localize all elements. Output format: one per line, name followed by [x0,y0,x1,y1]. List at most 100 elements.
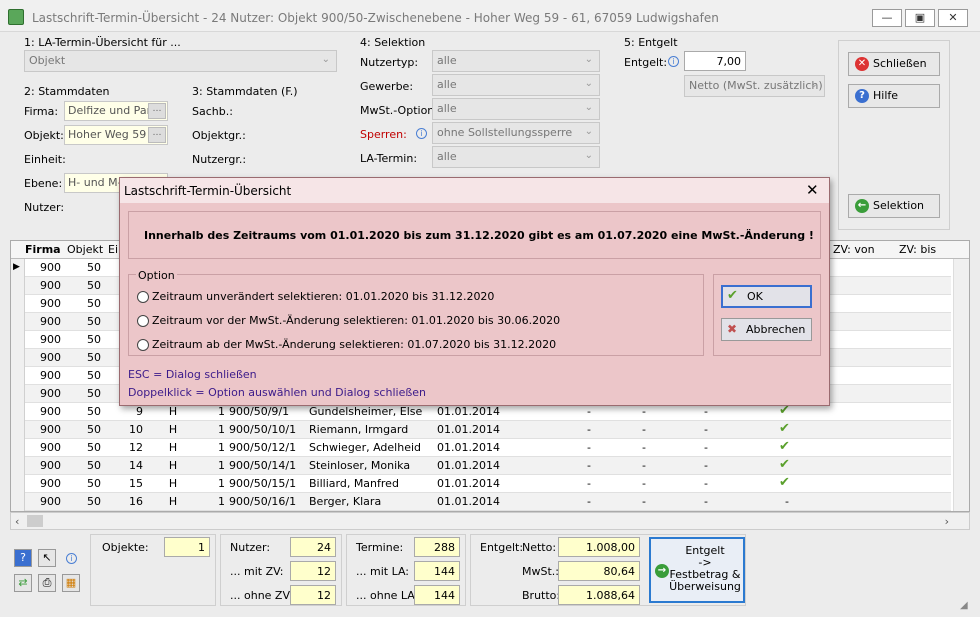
row-indicator[interactable] [11,349,25,367]
cell-objekt: 50 [87,369,101,382]
check-icon: ✔ [779,421,790,436]
radio-icon[interactable] [137,291,149,303]
schliessen-label: Schließen [873,57,927,70]
dialog-close-icon[interactable]: ✕ [806,181,819,199]
vertical-scrollbar[interactable] [953,259,969,511]
cell-name: Gundelsheimer, Else [309,405,423,418]
cell-firma: 900 [40,351,61,364]
col-zv-bis[interactable]: ZV: bis [899,243,936,256]
cell-c: - [704,423,708,436]
browse-icon[interactable]: … [148,103,166,119]
cell-nutzernr: 900/50/12/1 [229,441,297,454]
netto-combo-value: Netto (MwSt. zusätzlich) [689,79,823,92]
cell-firma: 900 [40,441,61,454]
col-firma[interactable]: Firma [25,243,61,256]
col-einheit[interactable]: Ei [108,243,118,256]
check-icon: ✔ [727,288,738,303]
radio-icon[interactable] [137,339,149,351]
row-indicator[interactable] [11,385,25,403]
table-row[interactable]: 900 50 14 H 1 900/50/14/1 Steinloser, Monika 01… [11,457,951,475]
selektion-button[interactable]: ← Selektion [848,194,940,218]
chevron-down-icon: ⌄ [809,79,818,90]
abbrechen-button[interactable]: ✖ Abbrechen [721,318,812,341]
grid-icon[interactable]: ▦ [62,574,80,592]
minimize-button[interactable]: — [872,9,902,27]
hilfe-button[interactable]: ? Hilfe [848,84,940,108]
table-row[interactable]: 900 50 10 H 1 900/50/10/1 Riemann, Irmgard 01.0… [11,421,951,439]
cursor-icon[interactable]: ↖ [38,549,56,567]
brutto-label: Brutto: [522,589,561,602]
firma-field[interactable]: Delfize und Partr… [64,101,168,121]
info-icon[interactable]: i [66,553,77,564]
section4-label: 4: Selektion [360,36,426,49]
nutzer-value: 24 [290,537,336,557]
option-3[interactable]: Zeitraum ab der MwSt.-Änderung selektier… [137,338,707,354]
netto-label: Netto: [522,541,557,554]
cell-datum: 01.01.2014 [437,405,500,418]
objekt-field[interactable]: Hoher Weg 59 -… [64,125,168,145]
radio-icon[interactable] [137,315,149,327]
close-window-button[interactable]: ✕ [938,9,968,27]
netto-combo[interactable]: Netto (MwSt. zusätzlich) ⌄ [684,75,825,97]
ok-button[interactable]: ✔ OK [721,285,812,308]
row-indicator[interactable]: ▶ [11,259,25,277]
latermin-combo[interactable]: alle ⌄ [432,146,600,168]
row-indicator[interactable] [11,313,25,331]
entgelt-input[interactable]: 7,00 [684,51,746,71]
entgelt-sum-label: Entgelt: [480,541,524,554]
row-indicator[interactable] [11,331,25,349]
gewerbe-combo[interactable]: alle ⌄ [432,74,600,96]
cell-nutzernr: 900/50/16/1 [229,495,297,508]
table-row[interactable]: 900 50 15 H 1 900/50/15/1 Billiard, Manfred 01.… [11,475,951,493]
row-indicator[interactable] [11,475,25,493]
cell-objekt: 50 [87,423,101,436]
scroll-right-icon[interactable]: › [945,515,949,528]
help-icon[interactable]: ? [14,549,32,567]
cell-a: - [587,405,591,418]
sperren-combo[interactable]: ohne Sollstellungssperre ⌄ [432,122,600,144]
info-icon[interactable]: i [668,56,679,67]
row-indicator[interactable] [11,295,25,313]
cell-objekt: 50 [87,477,101,490]
festbetrag-line4: Überweisung [669,580,741,593]
overview-combo[interactable]: Objekt ⌄ [24,50,337,72]
maximize-button[interactable]: ▣ [905,9,935,27]
cell-einheit: 9 [136,405,143,418]
print-icon[interactable]: ⎙ [38,574,56,592]
row-indicator[interactable] [11,277,25,295]
row-indicator[interactable] [11,457,25,475]
option-1[interactable]: Zeitraum unverändert selektieren: 01.01.… [137,290,707,306]
termine-label: Termine: [356,541,404,554]
nutzertyp-combo[interactable]: alle ⌄ [432,50,600,72]
info-icon[interactable]: i [416,128,427,139]
termine-value: 288 [414,537,460,557]
horizontal-scrollbar[interactable]: ‹ › [10,512,970,530]
festbetrag-button[interactable]: → Entgelt -> Festbetrag & Überweisung [649,537,745,603]
scroll-left-icon[interactable]: ‹ [15,515,19,528]
resize-grip-icon[interactable]: ◢ [960,600,968,611]
browse-icon[interactable]: … [148,127,166,143]
table-row[interactable]: 900 50 12 H 1 900/50/12/1 Schwieger, Adelheid 0… [11,439,951,457]
mwst-value: 80,64 [558,561,640,581]
refresh-icon[interactable]: ⇄ [14,574,32,592]
mwst-option-combo[interactable]: alle ⌄ [432,98,600,120]
schliessen-button[interactable]: ✕ Schließen [848,52,940,76]
row-indicator[interactable] [11,493,25,511]
scroll-thumb[interactable] [27,515,43,527]
cell-a: - [587,495,591,508]
mit-zv-label: ... mit ZV: [230,565,284,578]
cell-c: - [704,405,708,418]
row-indicator[interactable] [11,367,25,385]
option-2[interactable]: Zeitraum vor der MwSt.-Änderung selektie… [137,314,707,330]
col-zv-von[interactable]: ZV: von [833,243,875,256]
row-indicator[interactable] [11,403,25,421]
cell-nr: 1 [218,459,225,472]
row-indicator[interactable] [11,421,25,439]
sachb-label: Sachb.: [192,105,233,118]
row-indicator[interactable] [11,439,25,457]
dialog-title: Lastschrift-Termin-Übersicht [124,184,292,198]
table-row[interactable]: 900 50 16 H 1 900/50/16/1 Berger, Klara 01.01.2… [11,493,951,511]
chevron-down-icon: ⌄ [584,54,593,65]
nutzer-sum-label: Nutzer: [230,541,271,554]
col-objekt[interactable]: Objekt [67,243,103,256]
